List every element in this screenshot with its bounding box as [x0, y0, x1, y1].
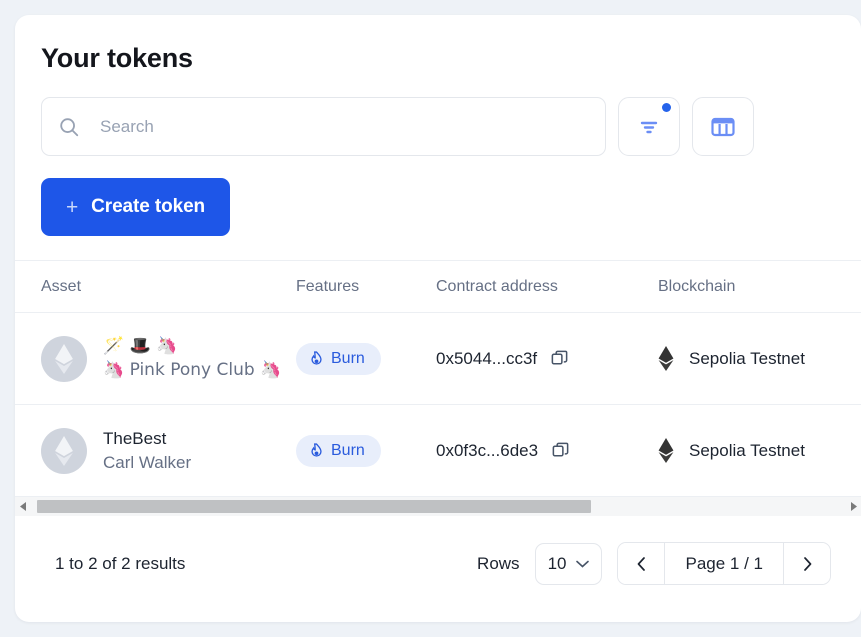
plus-icon: +	[66, 195, 79, 219]
contract-address-text: 0x5044...cc3f	[436, 348, 538, 368]
cell-features: Burn	[296, 312, 436, 405]
filter-icon	[640, 121, 658, 133]
cell-asset: TheBest Carl Walker	[15, 404, 296, 496]
scrollbar-track[interactable]	[31, 497, 845, 516]
ethereum-icon	[658, 346, 674, 371]
cell-features: Burn	[296, 404, 436, 496]
blockchain-name: Sepolia Testnet	[689, 348, 805, 368]
filter-button[interactable]	[618, 97, 680, 156]
ethereum-icon	[658, 438, 674, 463]
next-page-button[interactable]	[784, 543, 830, 584]
rows-per-page-select[interactable]: 10	[534, 542, 603, 585]
page-indicator: Page 1 / 1	[664, 543, 784, 584]
burn-label: Burn	[331, 349, 365, 367]
cell-contract-address: 0x0f3c...6de3	[436, 404, 658, 496]
scroll-left-arrow-icon[interactable]	[15, 497, 31, 516]
table-footer: 1 to 2 of 2 results Rows 10 Page 1 / 1	[15, 516, 861, 585]
asset-name: 🪄 🎩 🦄	[103, 335, 178, 356]
previous-page-button[interactable]	[618, 543, 665, 584]
tokens-table: Asset Features Contract address Blockcha…	[15, 261, 861, 496]
flame-icon	[311, 350, 322, 365]
flame-icon	[311, 442, 322, 457]
cell-blockchain: Sepolia Testnet	[658, 404, 861, 496]
column-header-features[interactable]: Features	[296, 261, 436, 313]
create-token-button[interactable]: + Create token	[41, 178, 231, 236]
create-token-row: + Create token	[15, 156, 861, 236]
cell-blockchain: Sepolia Testnet	[658, 312, 861, 405]
cell-asset: 🪄 🎩 🦄 🦄 Pink Pony Club 🦄	[15, 312, 296, 405]
copy-icon[interactable]	[551, 441, 570, 460]
asset-subtitle: 🦄 Pink Pony Club 🦄	[103, 359, 282, 380]
filter-active-badge	[662, 103, 671, 112]
search-box[interactable]	[41, 97, 606, 156]
scroll-right-arrow-icon[interactable]	[845, 497, 861, 516]
rows-per-page-value: 10	[547, 553, 567, 573]
avatar	[41, 427, 87, 474]
scrollbar-thumb[interactable]	[37, 500, 591, 513]
create-token-label: Create token	[91, 196, 206, 217]
pagination-controls: Rows 10 Page 1 / 1	[477, 542, 831, 585]
asset-name: TheBest	[103, 428, 167, 448]
asset-subtitle: Carl Walker	[103, 452, 192, 472]
page-navigation: Page 1 / 1	[617, 542, 831, 585]
toolbar	[15, 75, 861, 156]
chevron-left-icon	[637, 556, 645, 571]
rows-per-page-label: Rows	[477, 553, 520, 573]
table-row[interactable]: TheBest Carl Walker Burn 0x0f3c...6de3 S…	[15, 404, 861, 496]
burn-label: Burn	[331, 441, 365, 459]
column-header-blockchain[interactable]: Blockchain	[658, 261, 861, 313]
table-head: Asset Features Contract address Blockcha…	[15, 261, 861, 313]
search-input[interactable]	[98, 115, 589, 138]
burn-badge[interactable]: Burn	[296, 434, 381, 467]
cell-contract-address: 0x5044...cc3f	[436, 312, 658, 405]
columns-button[interactable]	[692, 97, 754, 156]
column-header-asset[interactable]: Asset	[15, 261, 296, 313]
search-icon	[60, 117, 79, 136]
chevron-down-icon	[576, 560, 590, 568]
page-title: Your tokens	[41, 43, 193, 73]
horizontal-scrollbar[interactable]	[15, 496, 861, 516]
table-header-row: Asset Features Contract address Blockcha…	[15, 261, 861, 313]
burn-badge[interactable]: Burn	[296, 342, 381, 375]
table-body: 🪄 🎩 🦄 🦄 Pink Pony Club 🦄 Burn 0x5044...c…	[15, 312, 861, 496]
tokens-table-wrapper: Asset Features Contract address Blockcha…	[15, 260, 861, 516]
ethereum-icon	[55, 343, 73, 374]
column-header-contract-address[interactable]: Contract address	[436, 261, 658, 313]
contract-address-text: 0x0f3c...6de3	[436, 440, 539, 460]
copy-icon[interactable]	[550, 349, 569, 368]
avatar	[41, 335, 87, 382]
tokens-card: Your tokens Search + Create token Asset …	[15, 15, 861, 622]
ethereum-icon	[55, 435, 73, 466]
chevron-right-icon	[803, 556, 811, 571]
columns-icon	[711, 117, 735, 136]
blockchain-name: Sepolia Testnet	[689, 440, 805, 460]
results-count: 1 to 2 of 2 results	[55, 553, 186, 573]
table-row[interactable]: 🪄 🎩 🦄 🦄 Pink Pony Club 🦄 Burn 0x5044...c…	[15, 312, 861, 405]
